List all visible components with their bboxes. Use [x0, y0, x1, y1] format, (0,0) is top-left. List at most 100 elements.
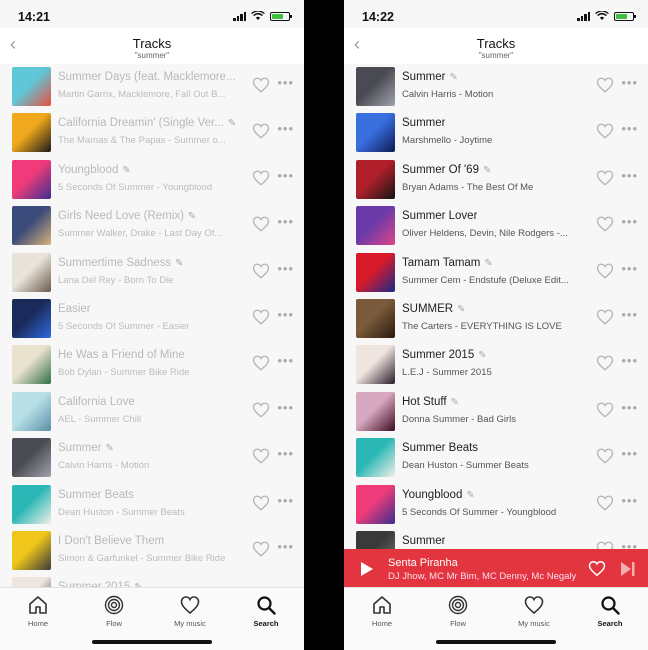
track-row[interactable]: Easier 5 Seconds Of Summer - Easier •••	[0, 296, 304, 342]
more-options-icon[interactable]: •••	[277, 539, 294, 554]
like-heart-icon[interactable]	[596, 494, 614, 512]
track-artist-album: 5 Seconds Of Summer - Youngblood	[58, 181, 213, 193]
like-heart-icon[interactable]	[596, 76, 614, 94]
track-title-text: He Was a Friend of Mine	[58, 349, 185, 362]
like-heart-icon[interactable]	[252, 447, 270, 465]
track-artist-album: Bryan Adams - The Best Of Me	[402, 181, 534, 193]
more-options-icon[interactable]: •••	[277, 353, 294, 368]
like-heart-icon[interactable]	[252, 540, 270, 558]
like-heart-icon[interactable]	[252, 308, 270, 326]
track-artist-album: Summer Cem - Endstufe (Deluxe Edit...	[402, 274, 569, 286]
more-options-icon[interactable]: •••	[277, 75, 294, 90]
like-heart-icon[interactable]	[596, 308, 614, 326]
play-icon[interactable]	[360, 561, 374, 577]
favorite-heart-icon[interactable]	[588, 560, 606, 577]
track-row[interactable]: He Was a Friend of Mine Bob Dylan - Summe…	[0, 342, 304, 388]
track-row[interactable]: Summer Days (feat. Macklemore... Martin G…	[0, 64, 304, 110]
more-options-icon[interactable]: •••	[621, 261, 638, 276]
page-title: Tracks	[132, 36, 172, 51]
track-title-text: I Don't Believe Them	[58, 534, 165, 547]
more-options-icon[interactable]: •••	[277, 168, 294, 183]
like-heart-icon[interactable]	[596, 354, 614, 372]
like-heart-icon[interactable]	[596, 122, 614, 140]
more-options-icon[interactable]: •••	[621, 353, 638, 368]
track-list: Summer ✎ Calvin Harris - Motion ••• Summer Ma…	[344, 64, 648, 574]
tab-my-music[interactable]: My music	[496, 594, 572, 628]
search-icon	[601, 596, 620, 615]
track-row[interactable]: Summer 2015 ✎ L.E.J - Summer 2015 •••	[344, 342, 648, 388]
track-row[interactable]: Summer Beats Dean Huston - Summer Beats ••…	[0, 482, 304, 528]
pencil-icon: ✎	[450, 396, 459, 408]
track-title: Girls Need Love (Remix) ✎	[58, 210, 196, 222]
tab-home[interactable]: Home	[344, 594, 420, 628]
like-heart-icon[interactable]	[596, 401, 614, 419]
tab-flow[interactable]: Flow	[420, 594, 496, 628]
more-options-icon[interactable]: •••	[277, 121, 294, 136]
track-row[interactable]: Summertime Sadness ✎ Lana Del Rey - Born T…	[0, 250, 304, 296]
track-row[interactable]: Summer Lover Oliver Heldens, Devin, Nile …	[344, 203, 648, 249]
track-row[interactable]: Youngblood ✎ 5 Seconds Of Summer - Youngbl…	[0, 157, 304, 203]
tab-label: My music	[174, 619, 206, 628]
page-title: Tracks	[476, 36, 516, 51]
like-heart-icon[interactable]	[252, 76, 270, 94]
more-options-icon[interactable]: •••	[621, 400, 638, 415]
like-heart-icon[interactable]	[252, 262, 270, 280]
like-heart-icon[interactable]	[252, 215, 270, 233]
more-options-icon[interactable]: •••	[277, 400, 294, 415]
search-query-subtitle: "summer"	[134, 51, 170, 60]
more-options-icon[interactable]: •••	[621, 214, 638, 229]
track-row[interactable]: Hot Stuff ✎ Donna Summer - Bad Girls •••	[344, 389, 648, 435]
more-options-icon[interactable]: •••	[621, 75, 638, 90]
home-indicator	[92, 640, 212, 644]
tab-home[interactable]: Home	[0, 594, 76, 628]
album-art-easier	[12, 298, 51, 338]
heart-icon	[524, 596, 544, 615]
like-heart-icon[interactable]	[252, 401, 270, 419]
track-title-text: Summer Beats	[402, 442, 479, 455]
more-options-icon[interactable]: •••	[621, 307, 638, 322]
tab-bar: Home Flow My music Search	[344, 587, 648, 650]
tab-my-music[interactable]: My music	[152, 594, 228, 628]
track-title: Summer	[402, 535, 445, 547]
track-row[interactable]: I Don't Believe Them Simon & Garfunkel - …	[0, 528, 304, 574]
like-heart-icon[interactable]	[252, 122, 270, 140]
more-options-icon[interactable]: •••	[277, 261, 294, 276]
track-artist-album: 5 Seconds Of Summer - Easier	[58, 320, 190, 332]
more-options-icon[interactable]: •••	[621, 493, 638, 508]
track-row[interactable]: Summer Of '69 ✎ Bryan Adams - The Best Of …	[344, 157, 648, 203]
track-row[interactable]: Girls Need Love (Remix) ✎ Summer Walker, D…	[0, 203, 304, 249]
more-options-icon[interactable]: •••	[621, 168, 638, 183]
like-heart-icon[interactable]	[596, 262, 614, 280]
like-heart-icon[interactable]	[252, 354, 270, 372]
more-options-icon[interactable]: •••	[277, 446, 294, 461]
mini-player[interactable]: Senta Piranha DJ Jhow, MC Mr Bim, MC Den…	[344, 549, 648, 589]
like-heart-icon[interactable]	[252, 494, 270, 512]
track-row[interactable]: Tamam Tamam ✎ Summer Cem - Endstufe (Delux…	[344, 250, 648, 296]
track-row[interactable]: Youngblood ✎ 5 Seconds Of Summer - Youngbl…	[344, 482, 648, 528]
like-heart-icon[interactable]	[596, 447, 614, 465]
track-artist-album: Calvin Harris - Motion	[402, 89, 494, 100]
more-options-icon[interactable]: •••	[621, 446, 638, 461]
track-title: Easier	[58, 303, 91, 315]
track-row[interactable]: SUMMER ✎ The Carters - EVERYTHING IS LOVE •…	[344, 296, 648, 342]
track-row[interactable]: Summer Marshmello - Joytime •••	[344, 110, 648, 156]
track-row[interactable]: Summer ✎ Calvin Harris - Motion •••	[344, 64, 648, 110]
track-row[interactable]: Summer ✎ Calvin Harris - Motion •••	[0, 435, 304, 481]
track-row[interactable]: California Love AEL - Summer Chill •••	[0, 389, 304, 435]
tab-search[interactable]: Search	[228, 594, 304, 628]
pencil-icon: ✎	[466, 489, 475, 501]
track-row[interactable]: Summer Beats Dean Huston - Summer Beats ••…	[344, 435, 648, 481]
like-heart-icon[interactable]	[596, 215, 614, 233]
more-options-icon[interactable]: •••	[277, 307, 294, 322]
like-heart-icon[interactable]	[596, 169, 614, 187]
track-title-text: Easier	[58, 302, 91, 315]
tab-search[interactable]: Search	[572, 594, 648, 628]
more-options-icon[interactable]: •••	[277, 214, 294, 229]
more-options-icon[interactable]: •••	[277, 493, 294, 508]
more-options-icon[interactable]: •••	[621, 121, 638, 136]
tab-flow[interactable]: Flow	[76, 594, 152, 628]
track-artist-album: Donna Summer - Bad Girls	[402, 413, 517, 425]
track-row[interactable]: California Dreamin' (Single Ver... ✎ The M…	[0, 110, 304, 156]
skip-next-icon[interactable]	[620, 561, 636, 577]
like-heart-icon[interactable]	[252, 169, 270, 187]
